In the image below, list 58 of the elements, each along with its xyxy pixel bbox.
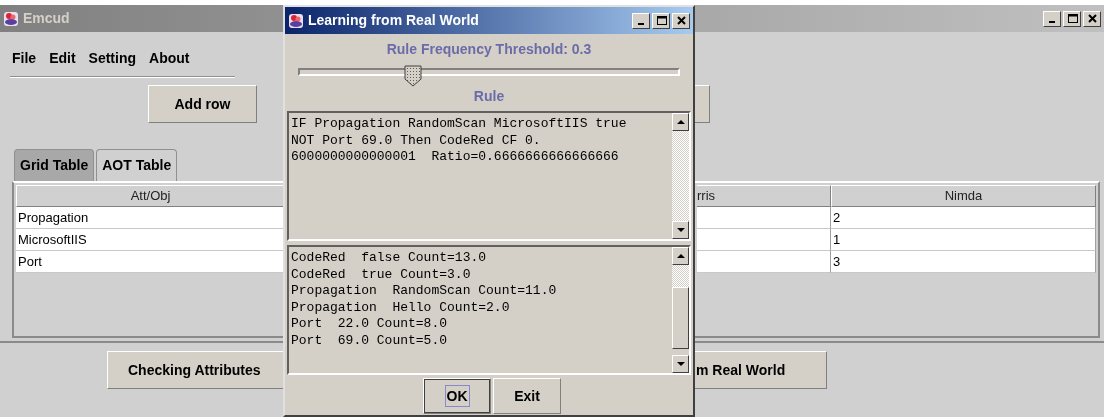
tab[interactable]: Grid Table bbox=[14, 149, 95, 181]
text-line: Propagation Hello Count=2.0 bbox=[291, 299, 511, 316]
dialog-button[interactable]: OK bbox=[423, 378, 491, 414]
dialog-button[interactable]: Exit bbox=[493, 378, 561, 414]
minimize-button[interactable] bbox=[1043, 10, 1061, 27]
menu-item[interactable]: Setting bbox=[88, 48, 137, 76]
table-cell: 1 bbox=[831, 229, 1096, 251]
text-line: CodeRed false Count=13.0 bbox=[291, 250, 488, 267]
window-title: Emcud bbox=[23, 9, 70, 28]
text-line: CodeRed true Count=3.0 bbox=[291, 266, 472, 283]
text-line: IF Propagation RandomScan MicrosoftIIS true bbox=[291, 116, 628, 133]
close-icon bbox=[1086, 13, 1098, 24]
scroll-up-icon bbox=[675, 118, 686, 126]
scroll-down-button[interactable] bbox=[672, 355, 689, 373]
table-cell: 2 bbox=[831, 207, 1096, 229]
scroll-down-icon bbox=[675, 226, 686, 234]
scroll-down-button[interactable] bbox=[672, 221, 689, 239]
slider-thumb[interactable] bbox=[404, 63, 423, 85]
minimize-button[interactable] bbox=[632, 12, 650, 29]
table-cell: Port bbox=[16, 251, 285, 273]
scroll-up-button[interactable] bbox=[672, 113, 689, 131]
section-label: Rule bbox=[472, 87, 506, 106]
app-icon bbox=[288, 12, 304, 29]
action-button[interactable]: m Real World bbox=[695, 351, 827, 389]
minimize-icon bbox=[638, 23, 644, 25]
scroll-down-icon bbox=[675, 360, 686, 368]
column-header[interactable]: Nimda bbox=[831, 185, 1096, 207]
maximize-button[interactable] bbox=[1063, 10, 1081, 27]
table-cell: Propagation bbox=[16, 207, 285, 229]
minimize-icon bbox=[1049, 21, 1055, 23]
maximize-icon bbox=[655, 15, 667, 26]
tab[interactable]: AOT Table bbox=[96, 149, 178, 181]
column-header[interactable]: Att/Obj bbox=[16, 185, 285, 207]
text-line: Port 22.0 Count=8.0 bbox=[291, 316, 449, 333]
close-button[interactable] bbox=[672, 12, 690, 29]
text-line: Port 69.0 Count=5.0 bbox=[291, 332, 449, 349]
table-cell: MicrosoftIIS bbox=[16, 229, 285, 251]
table-cell: 3 bbox=[831, 251, 1096, 273]
toolbar-button[interactable] bbox=[695, 85, 710, 123]
close-icon bbox=[675, 15, 687, 26]
text-line: 6000000000000001 Ratio=0.6666666666666666 bbox=[291, 149, 620, 166]
menu-item[interactable]: Edit bbox=[49, 48, 76, 76]
menu-item[interactable]: About bbox=[149, 48, 190, 76]
close-button[interactable] bbox=[1083, 10, 1101, 27]
threshold-label: Rule Frequency Threshold: 0.3 bbox=[385, 40, 593, 59]
menu-item[interactable]: File bbox=[12, 48, 37, 76]
text-line: NOT Port 69.0 Then CodeRed CF 0. bbox=[291, 132, 542, 149]
text-line: Propagation RandomScan Count=11.0 bbox=[291, 283, 558, 300]
toolbar-button[interactable]: Add row bbox=[148, 85, 257, 123]
column-header[interactable]: rris bbox=[697, 185, 831, 207]
scroll-up-button[interactable] bbox=[672, 247, 689, 265]
maximize-button[interactable] bbox=[652, 12, 670, 29]
scroll-up-icon bbox=[675, 252, 686, 260]
maximize-icon bbox=[1066, 13, 1078, 24]
action-button[interactable]: Checking Attributes bbox=[107, 351, 283, 389]
app-icon bbox=[3, 10, 19, 27]
dialog-title: Learning from Real World bbox=[308, 11, 479, 30]
scroll-thumb[interactable] bbox=[672, 287, 689, 349]
